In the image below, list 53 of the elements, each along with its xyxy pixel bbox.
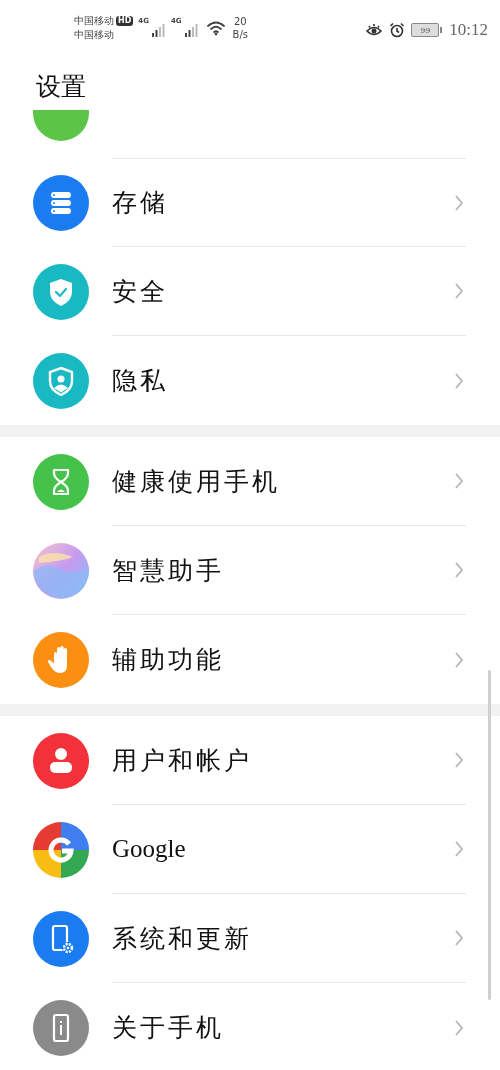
clock: 10:12 <box>449 20 488 40</box>
chevron-icon <box>454 472 464 490</box>
chevron-icon <box>454 650 464 669</box>
phone-gear-icon <box>33 910 89 967</box>
phone-info-icon <box>33 999 89 1056</box>
item-label: 安全 <box>112 275 168 308</box>
chevron-icon <box>454 193 464 212</box>
item-label: 关于手机 <box>112 1012 224 1044</box>
hourglass-icon <box>33 453 89 510</box>
item-label: 辅助功能 <box>112 644 224 676</box>
item-label: 系统和更新 <box>112 922 252 955</box>
chevron-icon <box>454 1018 464 1037</box>
settings-item[interactable]: 系统和更新 <box>0 894 500 983</box>
item-label: 存储 <box>112 187 168 219</box>
person-icon <box>33 732 89 789</box>
battery-level: 99 <box>420 25 431 35</box>
settings-item[interactable]: Google <box>0 805 500 894</box>
page-title: 设置 <box>35 71 87 103</box>
eye-icon <box>365 22 384 38</box>
settings-item[interactable]: 存储 <box>0 158 500 247</box>
gradient-orb-icon <box>33 542 89 599</box>
chevron-icon <box>454 751 464 769</box>
hand-icon <box>33 631 89 688</box>
settings-item[interactable]: 关于手机 <box>0 983 500 1070</box>
speed-value: 20 <box>233 15 247 28</box>
shield-person-icon <box>33 352 89 409</box>
chevron-icon <box>454 840 464 858</box>
chevron-icon <box>454 929 464 947</box>
storage-icon <box>33 174 89 231</box>
hd-badge: HD <box>116 16 134 26</box>
signal-icon <box>151 23 166 37</box>
chevron-icon <box>454 561 464 579</box>
settings-item[interactable]: 隐私 <box>0 336 500 425</box>
alarm-icon <box>389 22 406 38</box>
item-label: 隐私 <box>112 365 168 397</box>
settings-item[interactable]: 用户和帐户 <box>0 716 500 805</box>
chevron-icon <box>454 371 464 390</box>
settings-item[interactable]: 辅助功能 <box>0 615 500 704</box>
settings-item[interactable]: 安全 <box>0 247 500 336</box>
g-logo-icon <box>33 821 89 878</box>
settings-item[interactable]: 智慧助手 <box>0 526 500 615</box>
speed-unit: B/s <box>232 28 249 41</box>
settings-item[interactable]: 健康使用手机 <box>0 437 500 526</box>
item-label: 用户和帐户 <box>112 744 252 777</box>
item-label: 智慧助手 <box>112 554 224 587</box>
signal-icon <box>184 23 199 37</box>
carrier-name: 中国移动 <box>74 28 115 42</box>
shield-check-icon <box>33 263 89 320</box>
wifi-icon <box>205 20 226 36</box>
item-label: Google <box>112 835 186 863</box>
item-label: 健康使用手机 <box>112 465 280 498</box>
chevron-icon <box>454 282 464 300</box>
carrier-name: 中国移动 <box>74 14 114 28</box>
